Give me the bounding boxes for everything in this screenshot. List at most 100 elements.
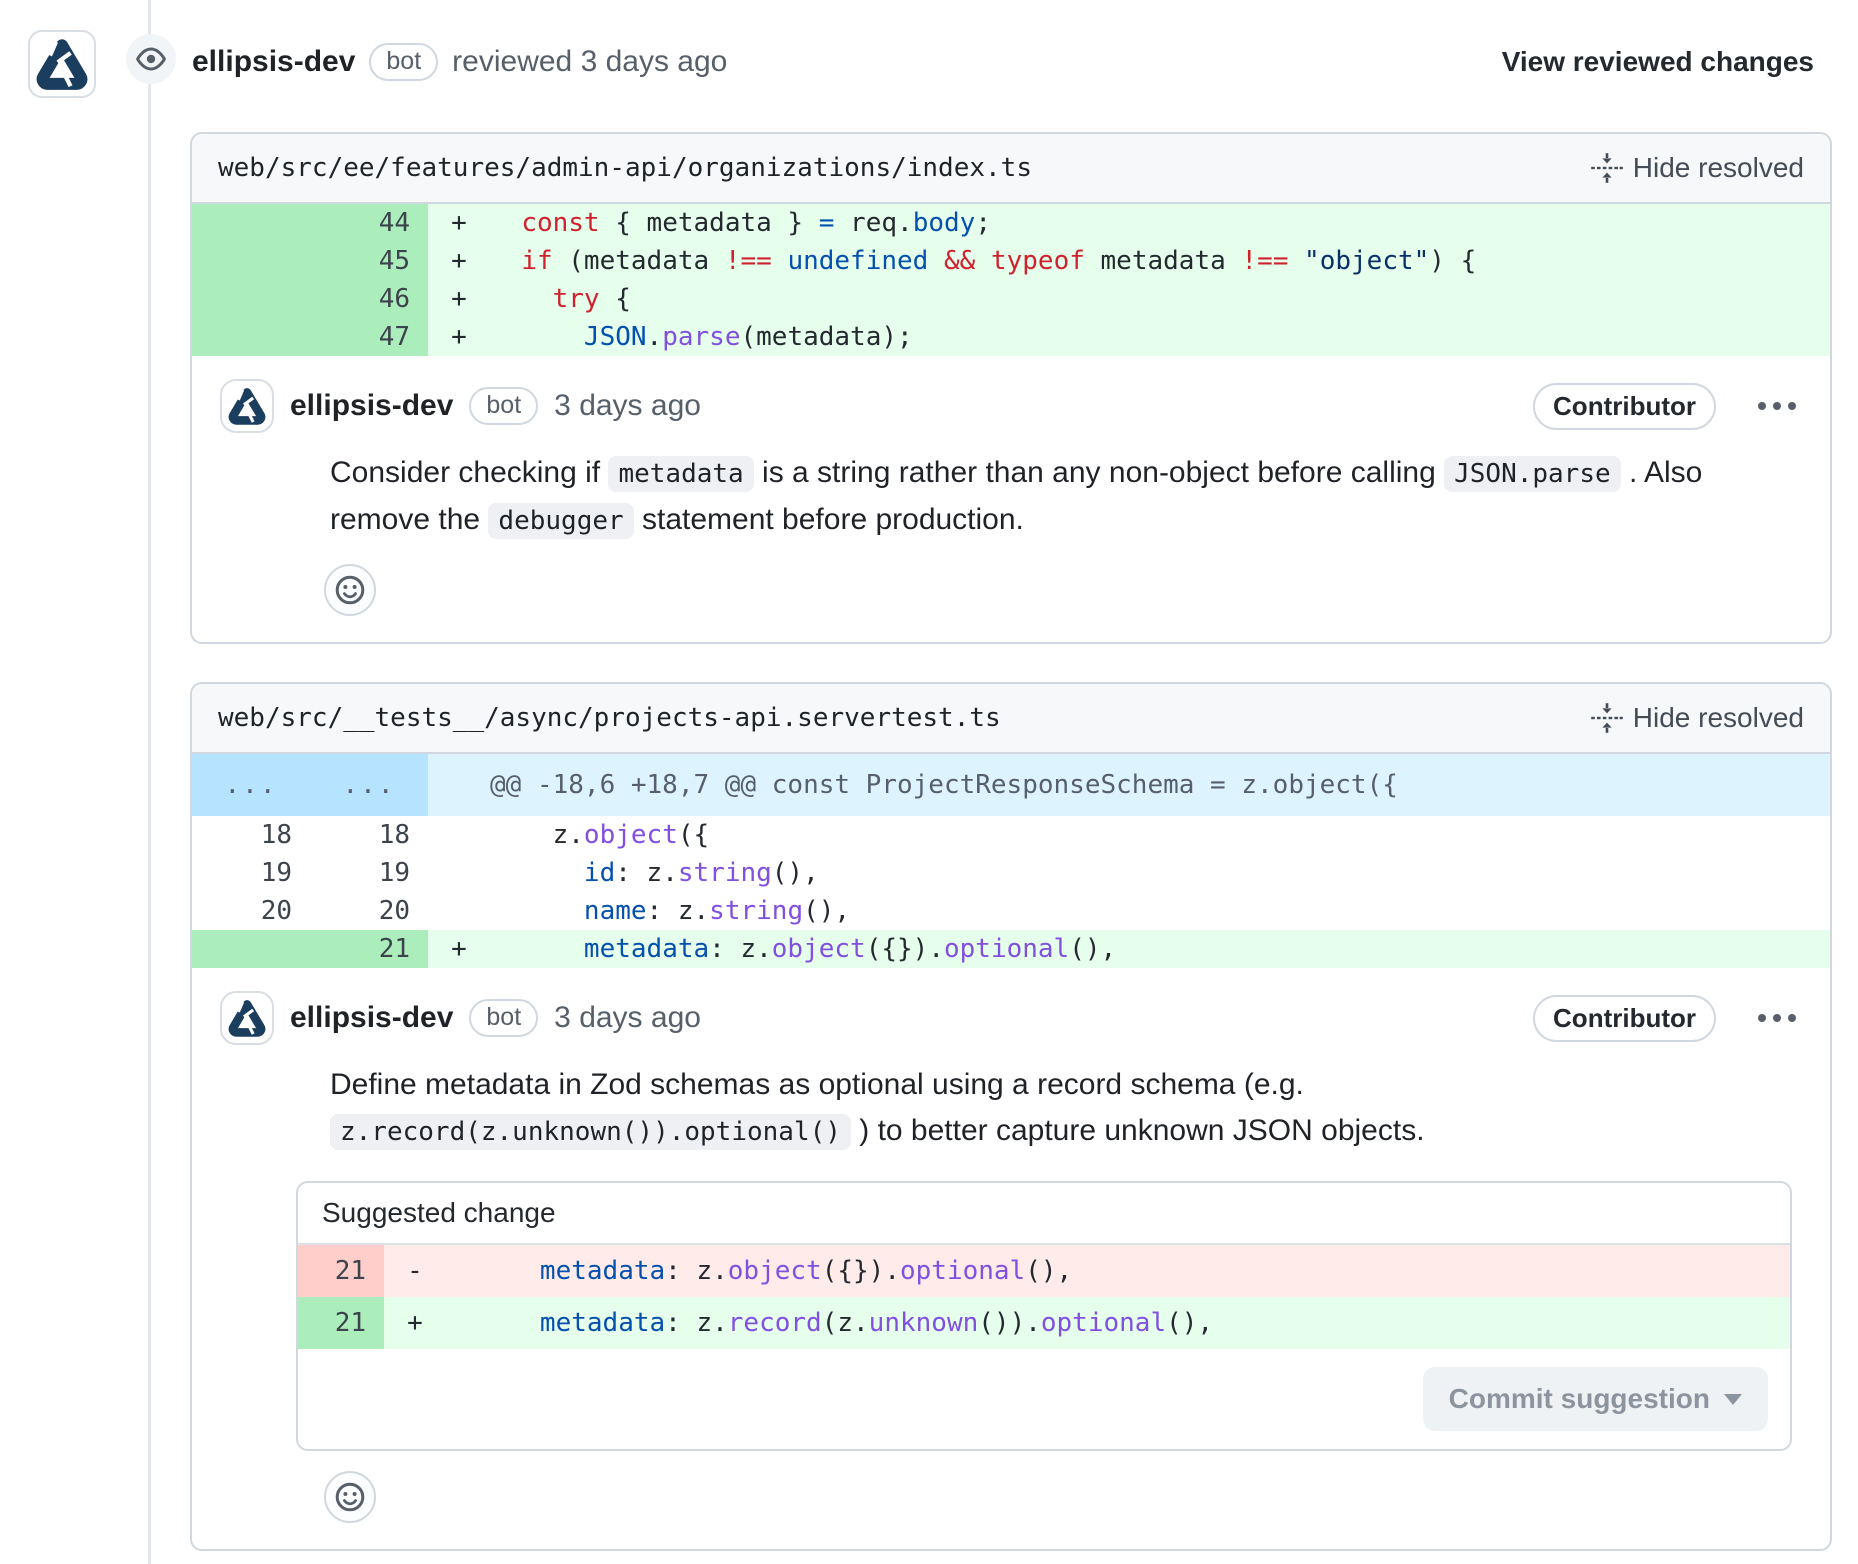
bot-badge: bot: [469, 999, 538, 1037]
diff-sign: [428, 854, 490, 892]
comment-author[interactable]: ellipsis-dev: [290, 389, 453, 423]
fold-icon: [1591, 702, 1623, 734]
suggestion-footer: Commit suggestion: [298, 1349, 1790, 1449]
add-reaction-button[interactable]: [324, 564, 376, 616]
timeline-line: [148, 0, 151, 1564]
hide-resolved-button[interactable]: Hide resolved: [1591, 152, 1804, 184]
code-content: JSON.parse(metadata);: [490, 318, 1830, 356]
smiley-icon: [334, 574, 366, 606]
code-content: if (metadata !== undefined && typeof met…: [490, 242, 1830, 280]
diff-block: 44 + const { metadata } = req.body; 45 +…: [192, 204, 1830, 356]
contributor-badge: Contributor: [1533, 383, 1716, 430]
code-content: const { metadata } = req.body;: [490, 204, 1830, 242]
review-comment: ellipsis-dev bot 3 days ago Contributor …: [192, 968, 1830, 1549]
hide-resolved-button[interactable]: Hide resolved: [1591, 702, 1804, 734]
diff-sign: +: [428, 280, 490, 318]
bot-badge: bot: [369, 43, 438, 81]
ellipsis-logo: [33, 35, 91, 93]
comment-header: ellipsis-dev bot 3 days ago Contributor: [220, 378, 1802, 434]
diff-sign: +: [428, 930, 490, 968]
diff-sign: +: [384, 1297, 446, 1349]
review-event-badge: [126, 34, 176, 84]
commit-suggestion-label: Commit suggestion: [1449, 1383, 1710, 1415]
new-line-number[interactable]: 46: [310, 280, 428, 318]
old-line-number[interactable]: 19: [192, 854, 310, 892]
smiley-icon: [334, 1481, 366, 1513]
review-thread-card-2: web/src/__tests__/async/projects-api.ser…: [190, 682, 1832, 1551]
hunk-sign: [428, 754, 490, 816]
new-line-number[interactable]: 18: [310, 816, 428, 854]
comment-menu-button[interactable]: [1758, 1014, 1796, 1022]
hunk-header-row: ... ... @@ -18,6 +18,7 @@ const ProjectR…: [192, 754, 1830, 816]
comment-avatar[interactable]: [220, 379, 274, 433]
new-line-number[interactable]: 21: [310, 930, 428, 968]
file-header: web/src/__tests__/async/projects-api.ser…: [192, 684, 1830, 754]
diff-line-19: 19 19 id: z.string(),: [192, 854, 1830, 892]
hide-resolved-label: Hide resolved: [1633, 152, 1804, 184]
diff-line-44: 44 + const { metadata } = req.body;: [192, 204, 1830, 242]
diff-line-45: 45 + if (metadata !== undefined && typeo…: [192, 242, 1830, 280]
reviewer-avatar[interactable]: [28, 30, 96, 98]
comment-avatar[interactable]: [220, 991, 274, 1045]
code-content: metadata: z.object({}).optional(),: [446, 1245, 1790, 1297]
diff-line-21: 21 + metadata: z.object({}).optional(),: [192, 930, 1830, 968]
comment-body: Consider checking if metadata is a strin…: [330, 450, 1802, 544]
diff-line-46: 46 + try {: [192, 280, 1830, 318]
suggestion-deleted-line: 21 - metadata: z.object({}).optional(),: [298, 1245, 1790, 1297]
reviewer-name[interactable]: ellipsis-dev: [192, 45, 355, 79]
hunk-gutter-old: ...: [192, 754, 310, 816]
review-comment: ellipsis-dev bot 3 days ago Contributor …: [192, 356, 1830, 642]
hunk-gutter-new: ...: [310, 754, 428, 816]
new-line-number[interactable]: 45: [310, 242, 428, 280]
old-line-number: [192, 280, 310, 318]
comment-timestamp[interactable]: 3 days ago: [554, 1001, 701, 1035]
new-line-number[interactable]: 47: [310, 318, 428, 356]
old-line-number[interactable]: 18: [192, 816, 310, 854]
hunk-text: @@ -18,6 +18,7 @@ const ProjectResponseS…: [490, 754, 1830, 816]
old-line-number[interactable]: 20: [192, 892, 310, 930]
add-reaction-button[interactable]: [324, 1471, 376, 1523]
commit-suggestion-button[interactable]: Commit suggestion: [1423, 1367, 1768, 1431]
suggestion-added-line: 21 + metadata: z.record(z.unknown()).opt…: [298, 1297, 1790, 1349]
file-header: web/src/ee/features/admin-api/organizati…: [192, 134, 1830, 204]
line-number: 21: [298, 1245, 384, 1297]
diff-sign: [428, 816, 490, 854]
code-content: metadata: z.record(z.unknown()).optional…: [446, 1297, 1790, 1349]
line-number: 21: [298, 1297, 384, 1349]
code-content: name: z.string(),: [490, 892, 1830, 930]
review-meta: reviewed 3 days ago: [452, 45, 727, 79]
new-line-number[interactable]: 44: [310, 204, 428, 242]
code-content: z.object({: [490, 816, 1830, 854]
diff-line-47: 47 + JSON.parse(metadata);: [192, 318, 1830, 356]
review-header: ellipsis-dev bot reviewed 3 days ago Vie…: [192, 38, 1814, 86]
file-path-link[interactable]: web/src/__tests__/async/projects-api.ser…: [218, 703, 1001, 733]
dropdown-caret-icon: [1724, 1394, 1742, 1405]
comment-author[interactable]: ellipsis-dev: [290, 1001, 453, 1035]
code-content: metadata: z.object({}).optional(),: [490, 930, 1830, 968]
view-reviewed-changes-link[interactable]: View reviewed changes: [1502, 46, 1814, 78]
diff-sign: [428, 892, 490, 930]
suggested-change-label: Suggested change: [298, 1183, 1790, 1245]
comment-header: ellipsis-dev bot 3 days ago Contributor: [220, 990, 1802, 1046]
diff-sign: +: [428, 204, 490, 242]
comment-body: Define metadata in Zod schemas as option…: [330, 1062, 1802, 1155]
new-line-number[interactable]: 20: [310, 892, 428, 930]
suggested-change-block: Suggested change 21 - metadata: z.object…: [296, 1181, 1792, 1451]
eye-icon: [135, 43, 167, 75]
old-line-number: [192, 318, 310, 356]
contributor-badge: Contributor: [1533, 995, 1716, 1042]
old-line-number: [192, 204, 310, 242]
bot-badge: bot: [469, 387, 538, 425]
file-path-link[interactable]: web/src/ee/features/admin-api/organizati…: [218, 153, 1032, 183]
old-line-number: [192, 930, 310, 968]
diff-line-20: 20 20 name: z.string(),: [192, 892, 1830, 930]
diff-sign: -: [384, 1245, 446, 1297]
code-content: id: z.string(),: [490, 854, 1830, 892]
hide-resolved-label: Hide resolved: [1633, 702, 1804, 734]
review-threads: web/src/ee/features/admin-api/organizati…: [190, 132, 1832, 1551]
diff-sign: +: [428, 242, 490, 280]
comment-menu-button[interactable]: [1758, 402, 1796, 410]
new-line-number[interactable]: 19: [310, 854, 428, 892]
comment-timestamp[interactable]: 3 days ago: [554, 389, 701, 423]
review-thread-card-1: web/src/ee/features/admin-api/organizati…: [190, 132, 1832, 644]
